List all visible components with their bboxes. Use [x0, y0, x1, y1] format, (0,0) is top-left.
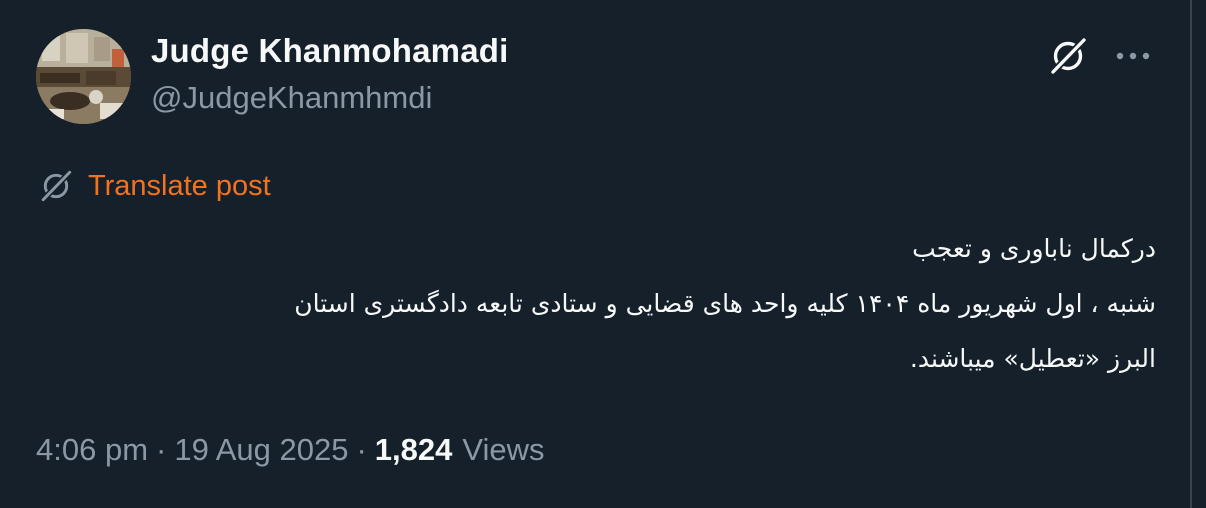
more-button[interactable] — [1110, 30, 1156, 82]
post-line: شنبه ، اول شهریور ماه ۱۴۰۴ کلیه واحد های… — [294, 289, 1156, 318]
author-display-name[interactable]: Judge Khanmohamadi — [151, 32, 508, 70]
views-label[interactable]: Views — [462, 432, 544, 468]
author-handle[interactable]: @JudgeKhanmhmdi — [151, 80, 432, 116]
column-divider — [1190, 0, 1192, 508]
translate-post-label: Translate post — [88, 169, 271, 202]
post-metadata: 4:06 pm · 19 Aug 2025 · 1,824 Views — [36, 432, 545, 468]
meta-separator: · — [356, 432, 367, 467]
grok-slash-icon — [36, 166, 76, 206]
post-line: البرز «تعطیل» میباشند. — [909, 344, 1156, 373]
views-count[interactable]: 1,824 — [375, 432, 453, 468]
translate-post-link[interactable]: Translate post — [36, 166, 271, 206]
post-text: درکمال ناباوری و تعجب شنبه ، اول شهریور … — [76, 221, 1156, 386]
grok-slash-icon — [1050, 37, 1087, 75]
post-time[interactable]: 4:06 pm — [36, 432, 148, 468]
post-line: درکمال ناباوری و تعجب — [912, 234, 1156, 263]
post-date[interactable]: 19 Aug 2025 — [174, 432, 348, 468]
avatar[interactable] — [36, 29, 131, 124]
meta-separator: · — [156, 432, 167, 467]
more-horizontal-icon — [1116, 52, 1150, 60]
grok-button[interactable] — [1042, 30, 1094, 82]
avatar-photo — [36, 29, 131, 124]
